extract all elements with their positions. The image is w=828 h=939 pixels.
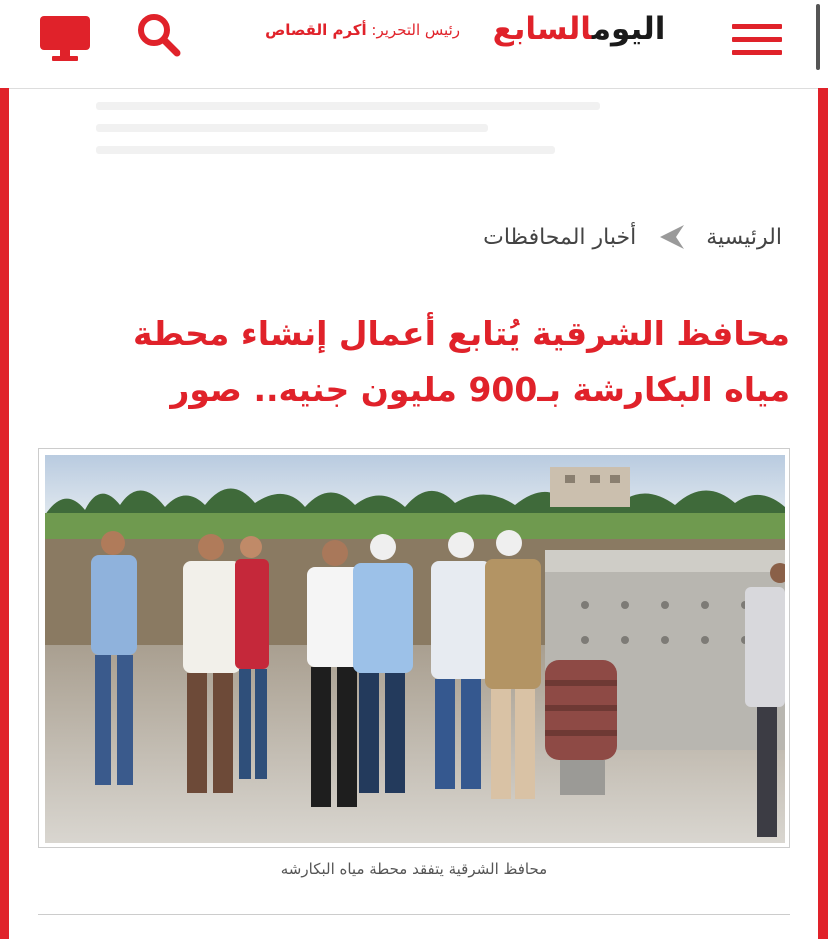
search-icon[interactable]	[136, 12, 182, 58]
editor-in-chief: رئيس التحرير: أكرم القصاص	[265, 21, 460, 39]
hamburger-menu-icon[interactable]	[732, 24, 782, 58]
chevron-left-icon	[654, 222, 688, 252]
logo-text-first: اليوم	[591, 11, 667, 47]
site-header: رئيس التحرير: أكرم القصاص اليومالسابع	[0, 0, 828, 89]
page-frame-right	[818, 88, 828, 939]
article-title: محافظ الشرقية يُتابع أعمال إنشاء محطة مي…	[132, 314, 790, 409]
ad-placeholder	[96, 88, 656, 168]
breadcrumb-section-link[interactable]: أخبار المحافظات	[483, 225, 636, 250]
editor-label: رئيس التحرير:	[371, 21, 460, 39]
monitor-icon[interactable]	[38, 14, 92, 62]
breadcrumb: الرئيسية أخبار المحافظات	[483, 222, 782, 252]
site-logo[interactable]: اليومالسابع	[484, 6, 674, 52]
divider	[38, 914, 790, 915]
photo-caption: محافظ الشرقية يتفقد محطة مياه البكارشه	[280, 860, 548, 878]
logo-text-second: السابع	[492, 11, 593, 47]
scrollbar[interactable]	[816, 4, 820, 70]
editor-name: أكرم القصاص	[265, 21, 367, 39]
breadcrumb-home-link[interactable]: الرئيسية	[706, 225, 782, 250]
article-photo[interactable]	[38, 448, 790, 848]
page-frame-left	[0, 88, 9, 939]
